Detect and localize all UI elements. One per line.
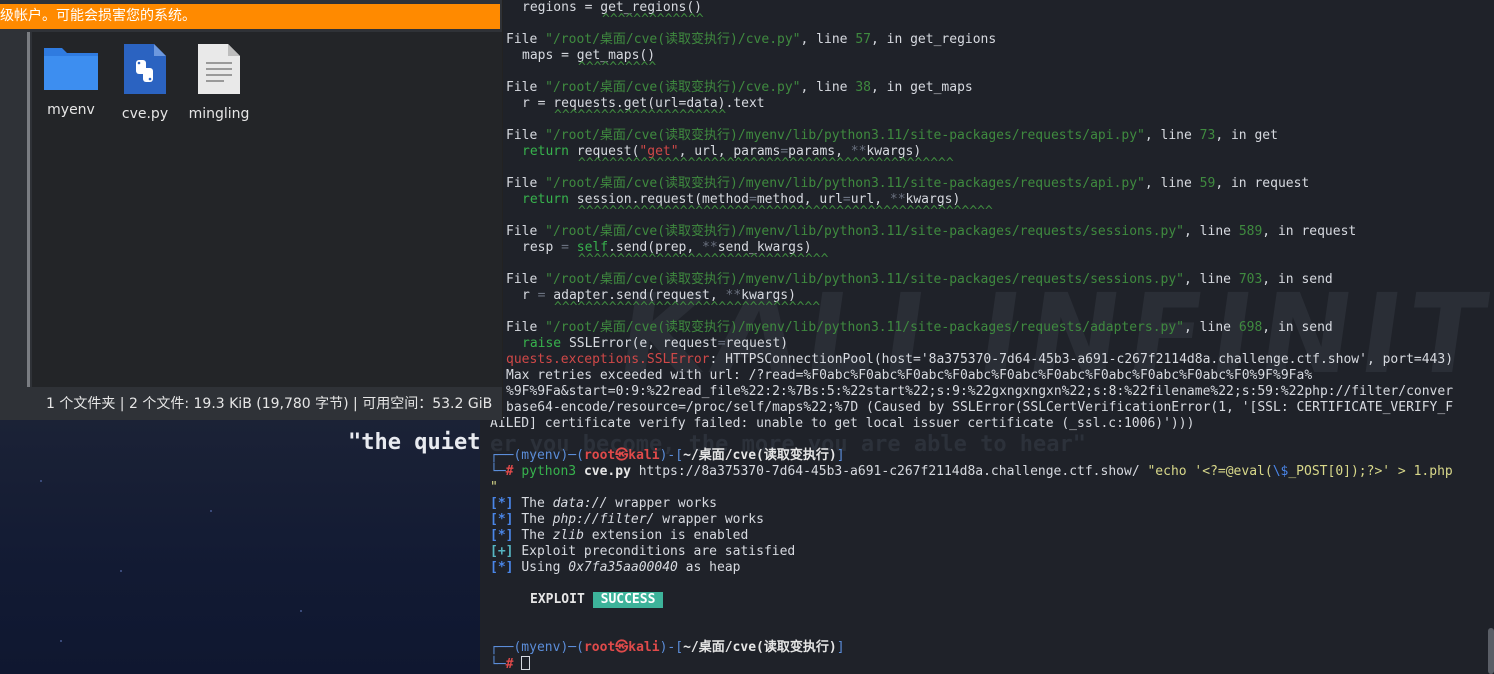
command-line: └─# python3 cve.py https://8a375370-7d64… bbox=[490, 464, 1453, 479]
error-line: AILED] certificate verify failed: unable… bbox=[490, 416, 1195, 431]
error-line: base64-encode/resource=/proc/self/maps%2… bbox=[506, 400, 1454, 415]
traceback-frame: File "/root/桌面/cve(读取变执行)/cve.py", line … bbox=[506, 32, 997, 47]
desktop-wallpaper: "the quiet bbox=[0, 420, 490, 674]
command-line[interactable]: └─# bbox=[490, 656, 531, 672]
file-name: mingling bbox=[188, 106, 250, 122]
root-warning-banner: 级帐户。可能会损害您的系统。 bbox=[0, 4, 500, 29]
file-name: myenv bbox=[47, 102, 95, 118]
traceback-carets: ^^^^^^^^^^^^^ bbox=[602, 12, 704, 27]
traceback-frame: File "/root/桌面/cve(读取变执行)/myenv/lib/pyth… bbox=[506, 272, 1333, 287]
file-name: cve.py bbox=[121, 106, 169, 122]
error-line: quests.exceptions.SSLError: HTTPSConnect… bbox=[506, 352, 1454, 367]
exploit-label: EXPLOIT bbox=[530, 592, 585, 607]
traceback-code: raise SSLError(e, request=request) bbox=[522, 336, 789, 351]
traceback-carets: ^^^^^^^^^^^^^^^^^^^^^^^^^^^^^^^^^^^^^^^^… bbox=[578, 156, 954, 171]
star-dot bbox=[300, 610, 302, 612]
file-view[interactable]: myenv cve.py mingling bbox=[32, 32, 502, 387]
terminal-scrollbar[interactable] bbox=[1488, 628, 1494, 674]
traceback-carets: ^^^^^^^^^^^^^^^^^^^^^^^^^^^^^^^^^^^^^^^^… bbox=[578, 204, 993, 219]
traceback-frame: File "/root/桌面/cve(读取变执行)/myenv/lib/pyth… bbox=[506, 128, 1278, 143]
status-bar: 1 个文件夹 | 2 个文件: 19.3 KiB (19,780 字节) | 可… bbox=[32, 388, 502, 420]
exploit-status: EXPLOIT SUCCESS bbox=[530, 592, 664, 608]
star-dot bbox=[120, 570, 122, 572]
exploit-result-line: [*] The zlib extension is enabled bbox=[490, 528, 749, 543]
command-continuation: " bbox=[490, 480, 498, 495]
traceback-carets: ^^^^^^^^^^^^^^^^^^^^^^ bbox=[554, 108, 727, 123]
text-cursor bbox=[521, 656, 531, 670]
traceback-frame: File "/root/桌面/cve(读取变执行)/myenv/lib/pyth… bbox=[506, 224, 1357, 239]
file-item-myenv[interactable]: myenv bbox=[36, 42, 106, 118]
traceback-frame: File "/root/桌面/cve(读取变执行)/myenv/lib/pyth… bbox=[506, 176, 1310, 191]
star-dot bbox=[60, 640, 62, 642]
traceback-frame: File "/root/桌面/cve(读取变执行)/myenv/lib/pyth… bbox=[506, 320, 1333, 335]
file-item-mingling[interactable]: mingling bbox=[184, 42, 254, 122]
folder-icon bbox=[44, 48, 98, 90]
exploit-result-line: [+] Exploit preconditions are satisfied bbox=[490, 544, 796, 559]
star-dot bbox=[210, 510, 212, 512]
star-dot bbox=[40, 480, 42, 482]
exploit-result-line: [*] The php://filter/ wrapper works bbox=[490, 512, 764, 527]
error-line: %9F%9Fa&start=0:9:%22read_file%22:2:%7Bs… bbox=[506, 384, 1454, 399]
shell-prompt: ┌──(myenv)─(root㉿kali)-[~/桌面/cve(读取变执行)] bbox=[490, 640, 845, 655]
wallpaper-quote: "the quiet bbox=[348, 430, 481, 455]
file-manager-window[interactable]: 级帐户。可能会损害您的系统。 myenv cve.py mingling 1 个… bbox=[0, 0, 503, 420]
file-item-cve-py[interactable]: cve.py bbox=[110, 42, 180, 122]
error-line: Max retries exceeded with url: /?read=%F… bbox=[506, 368, 1313, 383]
traceback-frame: File "/root/桌面/cve(读取变执行)/cve.py", line … bbox=[506, 80, 973, 95]
exploit-result-line: [*] Using 0x7fa35aa00040 as heap bbox=[490, 560, 741, 575]
terminal-window[interactable]: KALI INFINITY er you become, the more yo… bbox=[480, 0, 1494, 674]
side-pane[interactable] bbox=[0, 32, 26, 387]
traceback-carets: ^^^^^^^^^^^^^^^^^^^^^^^^^^^^^^^^ bbox=[578, 252, 829, 267]
text-file-icon bbox=[198, 44, 240, 94]
traceback-carets: ^^^^^^^^^^^^^^^^^^^^^^^^^^^^^^^^^^ bbox=[554, 300, 821, 315]
exploit-result-line: [*] The data:// wrapper works bbox=[490, 496, 717, 511]
python-file-icon bbox=[124, 44, 166, 94]
pane-splitter[interactable] bbox=[27, 32, 30, 387]
traceback-carets: ^^^^^^^^^^ bbox=[578, 60, 657, 75]
shell-prompt: ┌──(myenv)─(root㉿kali)-[~/桌面/cve(读取变执行)] bbox=[490, 448, 845, 463]
success-badge: SUCCESS bbox=[592, 592, 664, 608]
